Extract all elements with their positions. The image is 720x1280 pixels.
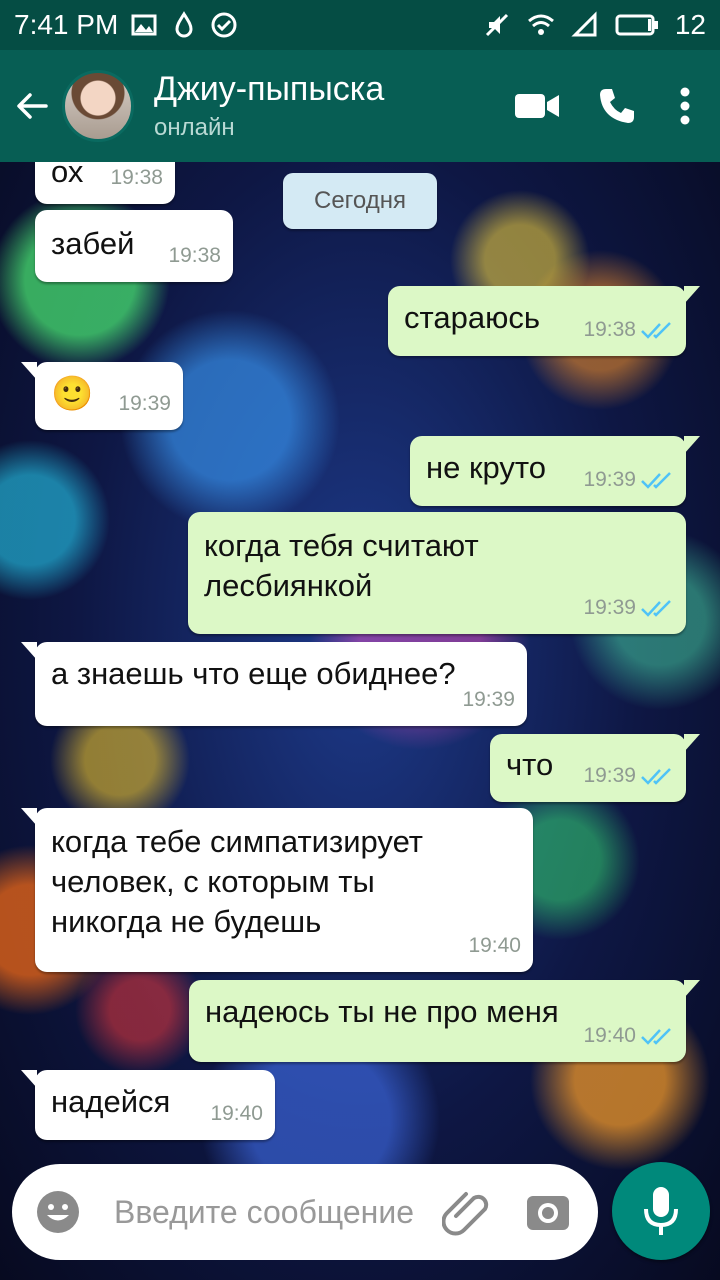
message-text: забей [51, 226, 135, 261]
message-text-line: лесбиянкой [204, 568, 373, 603]
message-incoming[interactable]: когда тебе симпатизирует человек, с кото… [21, 808, 533, 972]
attach-button[interactable] [441, 1186, 496, 1240]
back-button[interactable] [2, 76, 62, 136]
battery-icon [615, 14, 658, 36]
paperclip-icon [441, 1192, 489, 1236]
message-time: 19:39 [583, 468, 636, 491]
message-text-line: когда тебя считают [204, 528, 479, 563]
voice-message-button[interactable] [612, 1162, 710, 1260]
drop-icon [175, 11, 193, 38]
message-incoming[interactable]: 🙂 19:39 [21, 362, 183, 430]
message-incoming[interactable]: ох 19:38 [35, 162, 175, 204]
message-text: надейся [51, 1084, 171, 1119]
video-call-button[interactable] [502, 71, 572, 141]
message-text: не круто [426, 450, 547, 485]
message-incoming[interactable]: надейся 19:40 [21, 1070, 275, 1140]
message-time: 19:39 [583, 596, 636, 619]
message-input[interactable]: Введите сообщение [114, 1194, 414, 1231]
message-composer: Введите сообщение [12, 1164, 598, 1260]
emoji-button[interactable] [34, 1188, 82, 1236]
message-text: ох [51, 162, 84, 189]
read-receipt-icon [641, 600, 671, 617]
avatar[interactable] [62, 70, 134, 142]
muted-icon [485, 13, 508, 37]
phone-icon [600, 89, 634, 123]
contact-info[interactable]: Джиу-пыпыска онлайн [154, 69, 384, 143]
message-time: 19:39 [118, 392, 171, 415]
message-text: стараюсь [404, 300, 540, 335]
check-circle-icon [211, 12, 237, 38]
message-text: что [506, 747, 554, 782]
message-outgoing[interactable]: надеюсь ты не про меня 19:40 [189, 980, 700, 1062]
message-text: а знаешь что еще обиднее? [51, 656, 456, 691]
gallery-icon [131, 14, 157, 36]
message-time: 19:38 [168, 244, 221, 267]
message-text-line: никогда не будешь [51, 904, 322, 939]
message-incoming[interactable]: забей 19:38 [35, 210, 233, 282]
voice-call-button[interactable] [582, 71, 652, 141]
battery-level: 12 [674, 9, 706, 40]
message-list[interactable]: Сегодня ох 19:38 забей 19:38 стараюсь 19… [0, 162, 720, 1157]
message-time: 19:40 [583, 1024, 636, 1047]
message-time: 19:40 [210, 1102, 263, 1125]
read-receipt-icon [641, 1028, 671, 1045]
contact-status: онлайн [154, 114, 235, 141]
message-incoming[interactable]: а знаешь что еще обиднее? 19:39 [21, 642, 527, 726]
message-emoji: 🙂 [51, 375, 94, 413]
message-time: 19:39 [462, 688, 515, 711]
message-text-line: человек, с которым ты [51, 864, 375, 899]
message-time: 19:38 [110, 166, 163, 189]
status-bar: 7:41 PM 12 [0, 0, 720, 50]
signal-icon [571, 11, 597, 37]
more-vertical-icon [680, 87, 690, 125]
message-time: 19:40 [468, 934, 521, 957]
message-outgoing[interactable]: когда тебя считают лесбиянкой 19:39 [188, 512, 686, 634]
smiley-icon [37, 1191, 79, 1233]
message-text-line: когда тебе симпатизирует [51, 824, 423, 859]
camera-button[interactable] [524, 1188, 572, 1236]
message-outgoing[interactable]: не круто 19:39 [410, 436, 700, 506]
message-time: 19:39 [583, 764, 636, 787]
camera-icon [527, 1196, 569, 1230]
read-receipt-icon [641, 322, 671, 339]
status-time: 7:41 PM [14, 9, 119, 40]
message-time: 19:38 [583, 318, 636, 341]
microphone-icon [644, 1187, 678, 1235]
message-text: надеюсь ты не про меня [205, 994, 559, 1029]
more-options-button[interactable] [660, 71, 710, 141]
read-receipt-icon [641, 472, 671, 489]
chat-header: Джиу-пыпыска онлайн [0, 50, 720, 162]
read-receipt-icon [641, 768, 671, 785]
date-divider: Сегодня [283, 173, 437, 229]
contact-name: Джиу-пыпыска [154, 70, 385, 108]
wifi-icon [527, 14, 554, 35]
video-camera-icon [515, 94, 559, 118]
message-outgoing[interactable]: что 19:39 [490, 734, 700, 802]
message-outgoing[interactable]: стараюсь 19:38 [388, 286, 700, 356]
arrow-left-icon [17, 93, 48, 119]
